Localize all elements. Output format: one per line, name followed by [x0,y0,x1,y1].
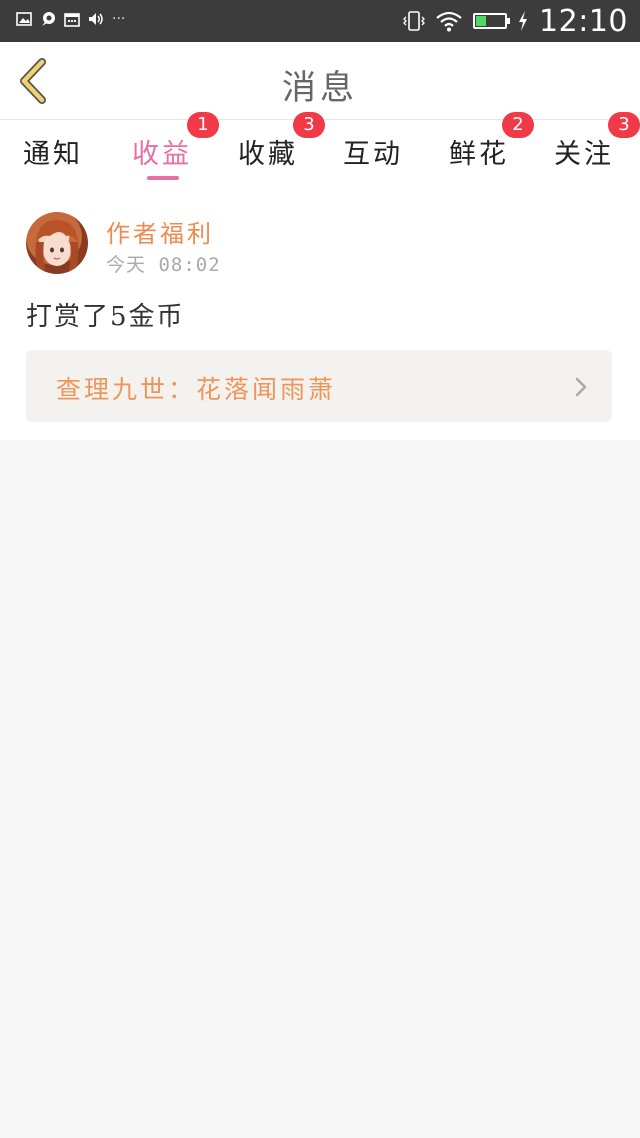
status-right-icons: 12:10 [403,3,628,39]
active-tab-indicator [147,176,179,180]
avatar-image [35,220,79,274]
status-left-icons: ··· [16,11,125,27]
tab-favorites[interactable]: 收藏 3 [215,112,325,182]
tab-flowers[interactable]: 鲜花 2 [426,112,534,182]
top-nav-bar: 消息 [0,42,640,120]
tab-badge: 3 [608,112,640,138]
calendar-icon [64,13,80,27]
message-tabs: 通知 收益 1 收藏 3 互动 鲜花 2 关注 3 [0,112,640,182]
message-text: 打赏了5金币 [26,302,185,332]
volume-icon [89,13,103,25]
message-time: 今天 08:02 [106,254,221,276]
tab-badge: 2 [502,112,534,138]
tab-earnings[interactable]: 收益 1 [109,112,219,182]
avatar[interactable] [26,212,88,274]
tab-label: 通知 [23,139,83,170]
more-notifications-dots: ··· [112,11,126,27]
book-link[interactable]: 查理九世：花落闻雨萧 [26,350,612,422]
tab-following[interactable]: 关注 3 [531,112,640,182]
tab-label: 互动 [343,139,403,170]
image-icon [16,12,32,26]
chevron-right-icon [575,377,587,397]
tab-interactions[interactable]: 互动 [320,120,426,182]
charging-icon [519,11,528,31]
book-title: 查理九世：花落闻雨萧 [56,375,337,404]
battery-level-fill [476,16,486,26]
author-name[interactable]: 作者福利 [106,214,214,249]
wifi-icon [436,11,462,32]
message-card: 作者福利 今天 08:02 打赏了5金币 查理九世：花落闻雨萧 [0,182,640,440]
page-title: 消息 [282,68,358,108]
battery-icon [473,13,511,29]
chat-icon [42,12,55,26]
status-bar: ··· 12:10 [0,0,640,42]
vibrate-icon [403,11,425,31]
status-time: 12:10 [539,3,628,39]
tab-notifications[interactable]: 通知 [0,120,106,182]
